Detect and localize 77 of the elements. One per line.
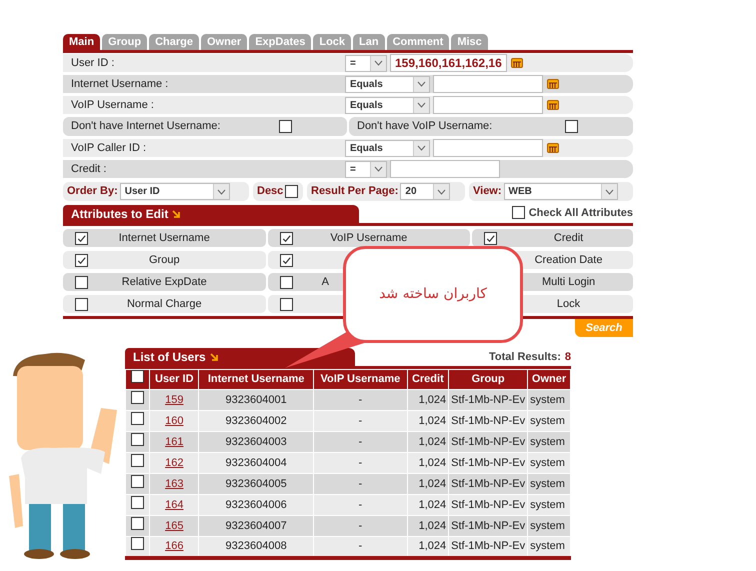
checkbox[interactable] [131, 412, 144, 425]
field-label: VoIP Username : [70, 98, 155, 113]
attribute-label: Credit [552, 230, 584, 246]
checkbox[interactable] [280, 298, 293, 310]
checkbox[interactable] [131, 370, 144, 384]
dropdown[interactable]: = [345, 160, 387, 178]
column-header[interactable]: Internet Username [198, 370, 314, 390]
checkbox[interactable] [280, 232, 293, 244]
field-label: Internet Username : [70, 76, 170, 92]
arrow-icon [172, 210, 182, 218]
checkbox[interactable] [285, 185, 298, 198]
input-field[interactable] [433, 96, 543, 114]
callout-text: کاربران ساخته شد [379, 285, 487, 304]
checkbox[interactable] [131, 432, 144, 446]
checkbox[interactable] [565, 120, 578, 133]
option-label: Result Per Page: [311, 184, 398, 200]
dropdown[interactable]: 20 [400, 183, 450, 200]
field-label: User ID : [70, 56, 116, 71]
attribute-label: Relative ExpDate [120, 274, 208, 290]
attribute-label: A [320, 274, 329, 290]
column-header[interactable]: Owner [528, 370, 570, 390]
attribute-label: Normal Charge [126, 296, 203, 312]
dropdown[interactable]: Equals [345, 76, 430, 92]
checkbox[interactable] [484, 232, 498, 244]
input-field[interactable]: 159,160,161,162,16 [390, 54, 507, 72]
tab[interactable]: Main [63, 34, 100, 50]
column-header[interactable]: User ID [150, 370, 199, 390]
attribute-label: VoIP Username [329, 230, 408, 246]
column-header[interactable]: Credit [407, 370, 449, 390]
arrow-icon [210, 352, 219, 362]
option-label: Desc [257, 184, 284, 200]
field-label: Don't have Internet Username: [70, 119, 222, 134]
table-icon[interactable] [510, 58, 523, 68]
attribute-label: Multi Login [540, 274, 596, 290]
checkbox-label: Check All Attributes [528, 206, 633, 220]
dropdown[interactable]: Equals [345, 140, 430, 156]
section-title: Attributes to Edit [71, 206, 168, 223]
checkbox[interactable] [280, 276, 293, 288]
total-count: 8 [564, 350, 571, 364]
checkbox[interactable] [75, 254, 88, 266]
column-header[interactable]: Group [448, 370, 528, 390]
dropdown[interactable]: Equals [345, 96, 430, 114]
table-cell: system [528, 536, 570, 558]
checkbox[interactable] [131, 496, 144, 509]
checkbox[interactable] [75, 232, 88, 244]
input-field[interactable] [433, 139, 543, 157]
checkbox[interactable] [280, 254, 293, 266]
table-cell: Stf-1Mb-NP-Ev [448, 536, 528, 558]
attribute-label: Lock [556, 296, 582, 312]
input-field[interactable] [433, 75, 543, 93]
attribute-label: Creation Date [534, 252, 604, 268]
total-label: Total Results: [488, 350, 561, 364]
option-label: Order By: [67, 184, 118, 200]
field-label: VoIP Caller ID : [70, 140, 147, 156]
checkbox[interactable] [75, 298, 88, 310]
dropdown[interactable]: WEB [504, 183, 618, 200]
checkbox[interactable] [279, 120, 292, 133]
field-label: Don't have VoIP Username: [356, 119, 494, 134]
checkbox[interactable] [512, 206, 525, 220]
field-label: Credit : [70, 162, 108, 177]
table-icon[interactable] [547, 143, 559, 153]
checkbox[interactable] [131, 474, 144, 488]
checkbox[interactable] [131, 537, 144, 550]
attribute-label: Internet Username [118, 230, 211, 246]
table-icon[interactable] [547, 100, 559, 110]
attribute-label: Group [148, 252, 181, 268]
checkbox[interactable] [131, 390, 144, 404]
section-title: List of Users [133, 349, 206, 366]
column-header[interactable]: VoIP Username [314, 370, 408, 390]
checkbox[interactable] [131, 454, 144, 467]
table-icon[interactable] [547, 79, 559, 89]
checkbox[interactable] [75, 276, 88, 288]
input-field[interactable] [390, 160, 500, 178]
dropdown[interactable]: = [345, 54, 387, 72]
checkbox[interactable] [131, 516, 144, 530]
option-label: View: [473, 184, 502, 200]
dropdown[interactable]: User ID [120, 183, 230, 200]
